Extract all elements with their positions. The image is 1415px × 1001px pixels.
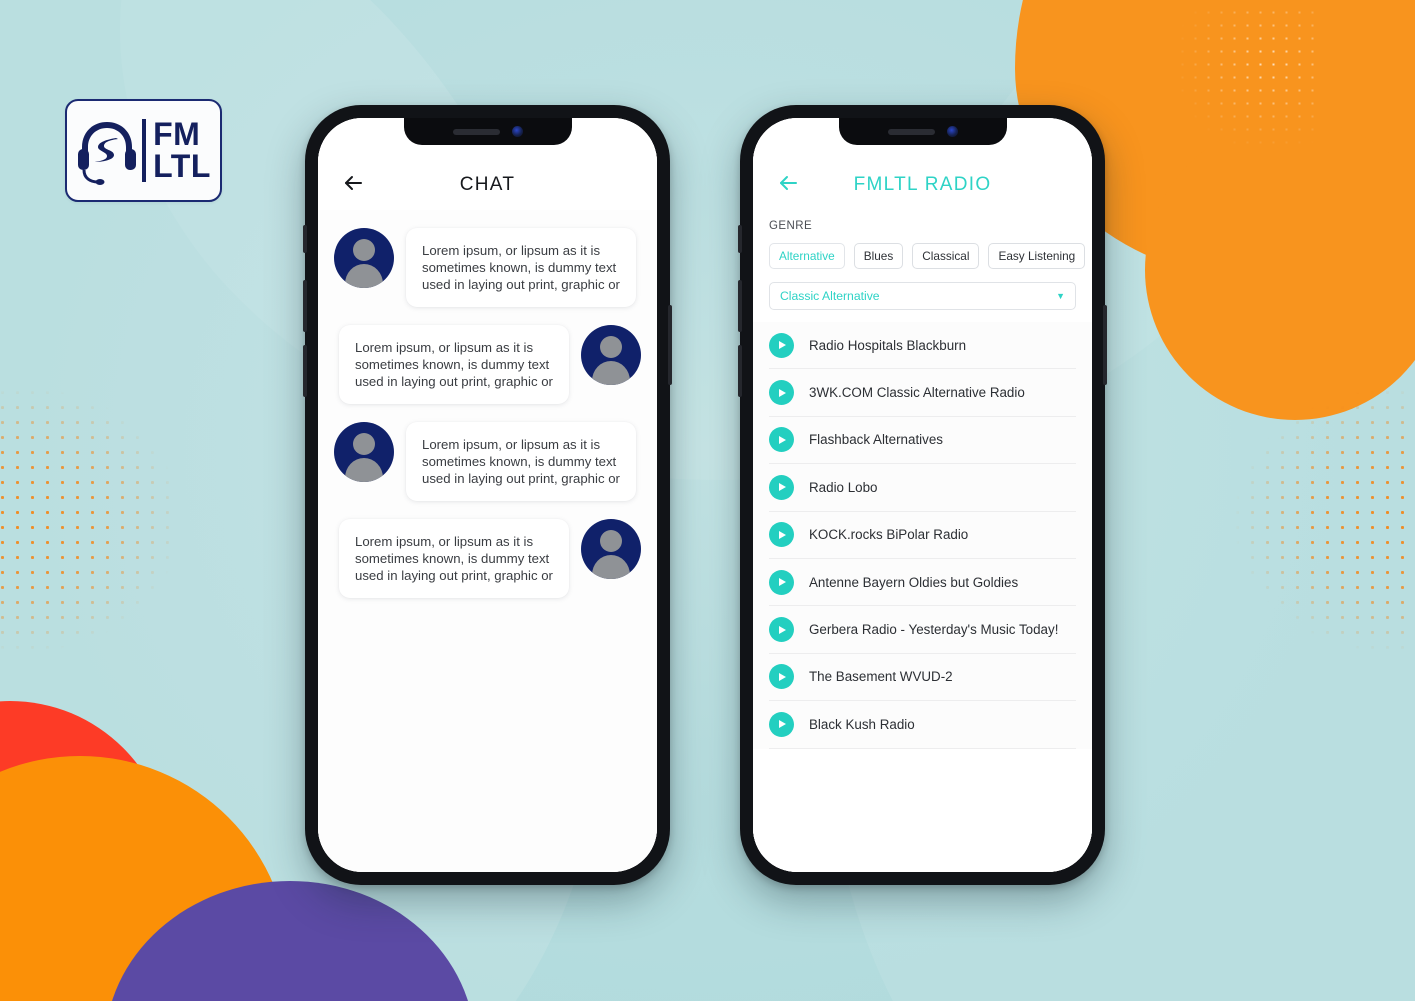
user-avatar-icon: [334, 228, 394, 288]
arrow-left-icon[interactable]: [775, 170, 801, 196]
phone-mute-switch[interactable]: [303, 225, 307, 253]
station-list-item[interactable]: 3WK.COM Classic Alternative Radio: [769, 369, 1076, 417]
play-icon[interactable]: [769, 427, 794, 453]
halftone-dots-right: [1185, 370, 1415, 670]
play-icon[interactable]: [769, 664, 794, 690]
radio-screen: FMLTL RADIO GENRE Alternative Blues Clas…: [753, 118, 1092, 872]
list-empty-area: [753, 748, 1092, 872]
chat-message-list: Lorem ipsum, or lipsum as it is sometime…: [318, 210, 657, 872]
headset-with-s-logo-icon: [78, 121, 137, 185]
phone-screen-radio: FMLTL RADIO GENRE Alternative Blues Clas…: [753, 118, 1092, 872]
user-avatar-icon: [334, 422, 394, 483]
subgenre-dropdown[interactable]: Classic Alternative ▼: [769, 282, 1076, 310]
genre-chip-classical[interactable]: Classical: [912, 243, 980, 269]
chat-bubble: Lorem ipsum, or lipsum as it is sometime…: [406, 228, 636, 308]
chat-bubble: Lorem ipsum, or lipsum as it is sometime…: [339, 519, 569, 599]
station-list-item[interactable]: Radio Lobo: [769, 464, 1076, 512]
play-icon[interactable]: [769, 711, 794, 737]
halftone-dots-left: [0, 370, 230, 670]
play-icon[interactable]: [769, 569, 794, 595]
subgenre-dropdown-value: Classic Alternative: [780, 289, 880, 303]
play-icon[interactable]: [769, 522, 794, 548]
station-list-item[interactable]: Radio Hospitals Blackburn: [769, 322, 1076, 370]
station-name: 3WK.COM Classic Alternative Radio: [809, 385, 1025, 401]
chat-message-row: Lorem ipsum, or lipsum as it is sometime…: [334, 519, 641, 599]
logo-wordmark: FM LTL: [142, 116, 211, 184]
genre-label: GENRE: [769, 220, 813, 232]
earpiece-speaker-icon: [452, 128, 500, 135]
front-camera-icon: [511, 126, 523, 137]
play-icon[interactable]: [769, 332, 794, 358]
play-icon[interactable]: [769, 474, 794, 500]
chat-message-row: Lorem ipsum, or lipsum as it is sometime…: [334, 228, 641, 308]
play-icon[interactable]: [769, 617, 794, 643]
genre-chip-easy-listening[interactable]: Easy Listening: [988, 243, 1086, 269]
station-name: Gerbera Radio - Yesterday's Music Today!: [809, 622, 1059, 638]
station-list-item[interactable]: Black Kush Radio: [769, 701, 1076, 749]
station-list-item[interactable]: The Basement WVUD-2: [769, 654, 1076, 702]
chat-bubble: Lorem ipsum, or lipsum as it is sometime…: [406, 422, 636, 502]
phone-mockup-chat: CHAT Lorem ipsum, or lipsum as it is som…: [303, 105, 672, 885]
page-title: FMLTL RADIO: [853, 174, 992, 195]
station-name: KOCK.rocks BiPolar Radio: [809, 527, 969, 543]
radio-content: GENRE Alternative Blues Classical Easy L…: [753, 210, 1092, 872]
phone-mockup-radio: FMLTL RADIO GENRE Alternative Blues Clas…: [738, 105, 1107, 885]
station-name: Black Kush Radio: [809, 716, 915, 732]
chevron-down-icon: ▼: [1056, 291, 1065, 301]
genre-chip-blues[interactable]: Blues: [853, 243, 904, 269]
user-avatar-icon: [581, 519, 641, 580]
phone-volume-up-button[interactable]: [303, 280, 307, 332]
phone-screen-chat: CHAT Lorem ipsum, or lipsum as it is som…: [318, 118, 657, 872]
station-list-item[interactable]: KOCK.rocks BiPolar Radio: [769, 512, 1076, 559]
phone-notch: [838, 118, 1007, 145]
play-icon[interactable]: [769, 380, 794, 406]
chat-message-row: Lorem ipsum, or lipsum as it is sometime…: [334, 325, 641, 405]
station-name: Radio Lobo: [809, 479, 878, 495]
station-name: Flashback Alternatives: [809, 432, 943, 448]
station-name: Radio Hospitals Blackburn: [809, 337, 967, 353]
phone-mute-switch[interactable]: [738, 225, 742, 253]
user-avatar-icon: [581, 325, 641, 386]
chat-bubble: Lorem ipsum, or lipsum as it is sometime…: [339, 325, 569, 405]
station-list-item[interactable]: Gerbera Radio - Yesterday's Music Today!: [769, 606, 1076, 654]
station-list: Radio Hospitals Blackburn 3WK.COM Classi…: [753, 322, 1092, 749]
phone-volume-down-button[interactable]: [738, 345, 742, 397]
phone-power-button[interactable]: [668, 305, 672, 385]
logo-line-1: FM: [153, 116, 201, 153]
app-logo: FM LTL: [65, 99, 222, 202]
station-list-item[interactable]: Antenne Bayern Oldies but Goldies: [769, 559, 1076, 607]
earpiece-speaker-icon: [887, 128, 935, 135]
genre-chip-group: Alternative Blues Classical Easy Listeni…: [769, 243, 1086, 269]
dot-pattern-top-right: [1150, 6, 1320, 236]
chat-screen: CHAT Lorem ipsum, or lipsum as it is som…: [318, 118, 657, 872]
station-list-item[interactable]: Flashback Alternatives: [769, 417, 1076, 465]
arrow-left-icon[interactable]: [340, 170, 366, 196]
front-camera-icon: [946, 126, 958, 137]
phone-power-button[interactable]: [1103, 305, 1107, 385]
chat-message-row: Lorem ipsum, or lipsum as it is sometime…: [334, 422, 641, 502]
phone-notch: [403, 118, 572, 145]
genre-section: GENRE Alternative Blues Classical Easy L…: [753, 210, 1092, 322]
logo-line-2: LTL: [153, 147, 211, 184]
station-name: Antenne Bayern Oldies but Goldies: [809, 574, 1019, 590]
phone-volume-up-button[interactable]: [738, 280, 742, 332]
station-name: The Basement WVUD-2: [809, 669, 953, 685]
phone-volume-down-button[interactable]: [303, 345, 307, 397]
page-title: CHAT: [459, 174, 516, 195]
genre-chip-alternative[interactable]: Alternative: [769, 243, 845, 269]
